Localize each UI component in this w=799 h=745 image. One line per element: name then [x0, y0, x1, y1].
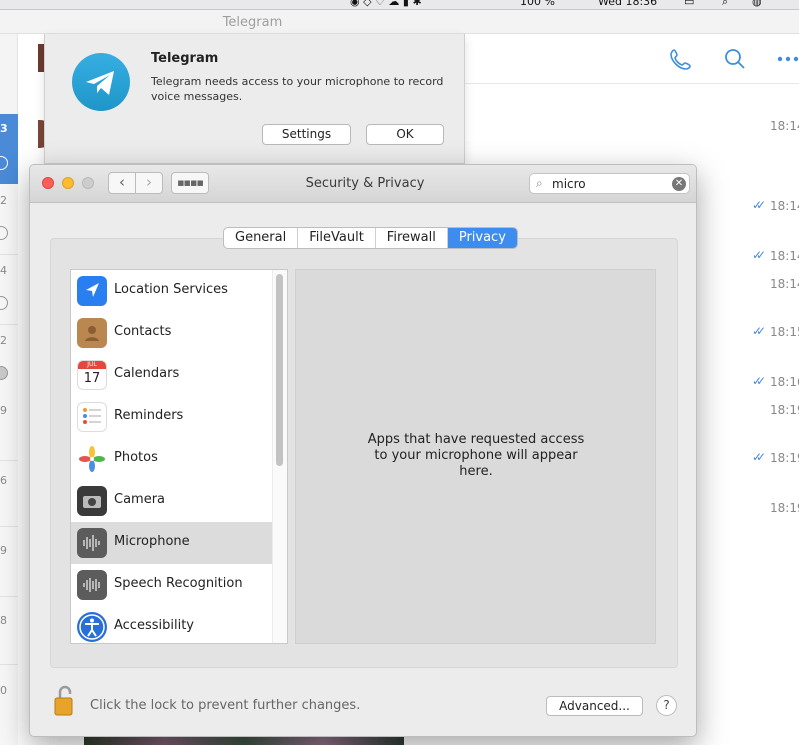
unread-count: 6 — [0, 474, 7, 487]
pin-icon — [0, 296, 8, 310]
unread-count: 2 — [0, 334, 7, 347]
settings-button[interactable]: Settings — [262, 124, 351, 145]
message-time: 18:14 — [770, 249, 799, 263]
search-icon: ⌕ — [536, 176, 543, 190]
calendar-icon: JUL 17 — [77, 360, 107, 390]
window-toolbar: ‹ › ▪▪▪▪ Security & Privacy ⌕ ✕ — [30, 165, 696, 203]
message-time: 18:19 — [770, 501, 799, 515]
list-item-reminders[interactable]: Reminders — [71, 396, 272, 438]
list-item-camera[interactable]: Camera — [71, 480, 272, 522]
telegram-window-title: Telegram — [222, 15, 283, 30]
accessibility-icon — [77, 612, 107, 642]
phone-icon[interactable] — [669, 47, 693, 71]
status-icons[interactable]: ◉ ◇ ♡ ☁ ▮ ✱ — [350, 0, 422, 8]
camera-icon — [77, 486, 107, 516]
message-time: 18:19 — [770, 451, 799, 465]
tab-bar: General FileVault Firewall Privacy — [223, 227, 518, 249]
forward-button[interactable]: › — [135, 172, 163, 194]
alert-title: Telegram — [151, 51, 219, 66]
unread-count: 3 — [0, 122, 8, 135]
message-time: 18:15 — [770, 325, 799, 339]
empty-state-message: Apps that have requested access to your … — [367, 432, 585, 479]
privacy-services-list: Location Services Contacts JUL 17 Calend… — [70, 269, 288, 644]
microphone-waveform-icon — [77, 528, 107, 558]
battery-percent[interactable]: 100 % — [520, 0, 555, 8]
ok-button[interactable]: OK — [366, 124, 444, 145]
read-check-icon: ✓✓ — [752, 324, 766, 338]
security-privacy-window: ‹ › ▪▪▪▪ Security & Privacy ⌕ ✕ General … — [29, 164, 697, 737]
telegram-logo-icon — [72, 53, 130, 111]
list-item-accessibility[interactable]: Accessibility — [71, 606, 272, 643]
list-item-speech-recognition[interactable]: Speech Recognition — [71, 564, 272, 606]
unread-count: 4 — [0, 264, 7, 277]
message-time: 18:14 — [770, 277, 799, 291]
location-arrow-icon — [77, 276, 107, 306]
read-check-icon: ✓✓ — [752, 198, 766, 212]
microphone-permission-alert: Telegram Telegram needs access to your m… — [44, 34, 465, 164]
read-check-icon: ✓✓ — [752, 374, 766, 388]
photos-flower-icon — [77, 444, 107, 474]
search-field[interactable]: ⌕ ✕ — [529, 173, 690, 194]
window-title: Security & Privacy — [305, 176, 425, 191]
menu-clock[interactable]: Wed 18:36 — [598, 0, 657, 8]
list-item-calendars[interactable]: JUL 17 Calendars — [71, 354, 272, 396]
zoom-window-button[interactable] — [82, 177, 94, 189]
spotlight-icon[interactable]: ⌕ — [722, 0, 728, 9]
unread-count: 9 — [0, 404, 7, 417]
flag-icon[interactable]: ▭ — [684, 0, 694, 8]
unread-count: 9 — [0, 544, 7, 557]
tab-filevault[interactable]: FileVault — [298, 228, 376, 248]
clear-search-icon[interactable]: ✕ — [672, 177, 686, 191]
help-button[interactable]: ? — [656, 695, 677, 716]
message-time: 18:19 — [770, 403, 799, 417]
pin-icon — [0, 226, 8, 240]
search-input[interactable] — [552, 176, 667, 192]
alert-message: Telegram needs access to your microphone… — [151, 75, 444, 103]
tab-general[interactable]: General — [224, 228, 299, 248]
list-item-contacts[interactable]: Contacts — [71, 312, 272, 354]
lock-status-text: Click the lock to prevent further change… — [90, 698, 361, 713]
unread-count: 8 — [0, 614, 7, 627]
minimize-window-button[interactable] — [62, 177, 74, 189]
chat-header-divider — [464, 83, 799, 84]
menu-bar: ◉ ◇ ♡ ☁ ▮ ✱ 100 % Wed 18:36 ▭ ⌕ ◍ — [0, 0, 799, 10]
tab-privacy[interactable]: Privacy — [447, 228, 517, 248]
unread-count: 0 — [0, 684, 7, 697]
contacts-book-icon — [77, 318, 107, 348]
show-all-grid-icon[interactable]: ▪▪▪▪ — [171, 172, 209, 194]
advanced-button[interactable]: Advanced... — [546, 696, 643, 716]
unlocked-padlock-icon[interactable] — [52, 684, 78, 718]
back-button[interactable]: ‹ — [108, 172, 136, 194]
app-access-panel: Apps that have requested access to your … — [295, 269, 656, 644]
reminders-list-icon — [77, 402, 107, 432]
telegram-chat-rail: 3 2 4 2 9 6 9 8 0 — [0, 114, 18, 745]
more-options-icon[interactable] — [776, 47, 799, 71]
unread-count: 2 — [0, 194, 7, 207]
close-window-button[interactable] — [42, 177, 54, 189]
siri-icon[interactable]: ◍ — [752, 0, 762, 8]
message-time: 18:16 — [770, 375, 799, 389]
muted-icon — [0, 366, 8, 380]
message-time: 18:14 — [770, 199, 799, 213]
read-check-icon: ✓✓ — [752, 248, 766, 262]
list-item-microphone[interactable]: Microphone — [71, 522, 272, 564]
search-icon[interactable] — [723, 47, 747, 71]
list-item-location-services[interactable]: Location Services — [71, 270, 272, 312]
list-scrollbar-thumb[interactable] — [276, 274, 283, 466]
speech-waveform-icon — [77, 570, 107, 600]
telegram-titlebar: Telegram — [0, 10, 799, 34]
list-item-photos[interactable]: Photos — [71, 438, 272, 480]
read-check-icon: ✓✓ — [752, 450, 766, 464]
message-time: 18:14 — [770, 119, 799, 133]
tab-firewall[interactable]: Firewall — [376, 228, 448, 248]
